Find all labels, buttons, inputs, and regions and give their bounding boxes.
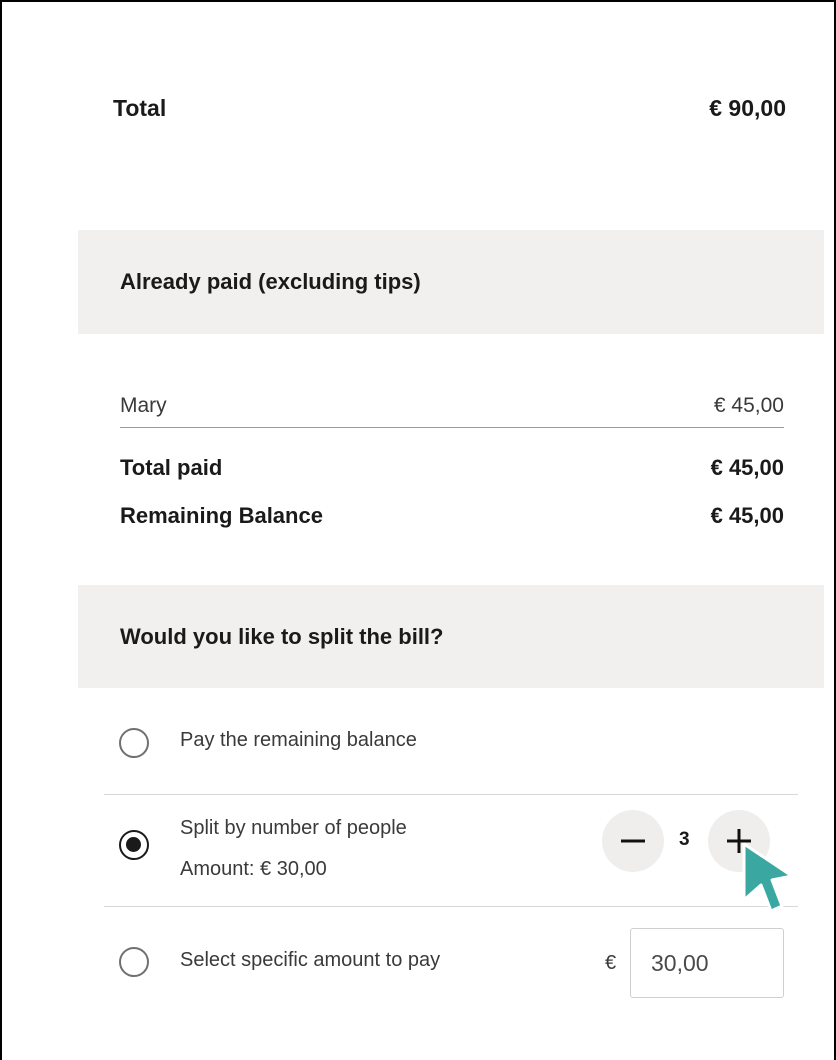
already-paid-title: Already paid (excluding tips)	[120, 269, 421, 294]
total-label: Total	[113, 95, 167, 121]
option-divider	[104, 794, 798, 795]
split-people-amount: Amount: € 30,00	[180, 858, 327, 880]
option-divider	[104, 906, 798, 907]
payer-name: Mary	[120, 394, 167, 417]
remaining-balance-row: Remaining Balance € 45,00	[120, 500, 784, 532]
payment-row: Mary € 45,00	[120, 388, 784, 424]
remaining-balance-amount: € 45,00	[710, 503, 784, 528]
payer-amount: € 45,00	[713, 394, 784, 417]
already-paid-header: Already paid (excluding tips)	[78, 230, 824, 334]
split-people-radio[interactable]	[119, 830, 149, 860]
total-row: Total € 90,00	[113, 95, 786, 122]
payments-divider	[120, 427, 784, 428]
total-paid-amount: € 45,00	[710, 455, 784, 480]
total-amount: € 90,00	[709, 95, 786, 121]
pointer-cursor-icon	[742, 842, 794, 913]
decrease-people-button[interactable]	[602, 810, 664, 872]
people-count: 3	[679, 829, 690, 850]
split-bill-title: Would you like to split the bill?	[120, 623, 444, 649]
total-paid-row: Total paid € 45,00	[120, 452, 784, 484]
specific-amount-radio[interactable]	[119, 947, 149, 977]
minus-icon	[621, 839, 645, 843]
total-paid-label: Total paid	[120, 455, 223, 480]
currency-symbol: €	[605, 952, 617, 974]
remaining-balance-label: Remaining Balance	[120, 503, 323, 528]
split-people-label[interactable]: Split by number of people	[180, 817, 407, 840]
specific-amount-input[interactable]	[630, 928, 784, 998]
split-bill-header: Would you like to split the bill?	[78, 585, 824, 688]
pay-remaining-label[interactable]: Pay the remaining balance	[180, 729, 417, 752]
pay-remaining-radio[interactable]	[119, 728, 149, 758]
specific-amount-label[interactable]: Select specific amount to pay	[180, 949, 440, 972]
